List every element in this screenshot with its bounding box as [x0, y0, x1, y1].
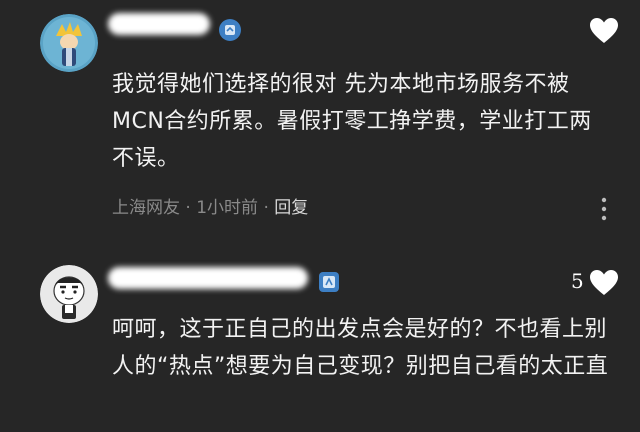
comment-time: 1小时前 [196, 198, 259, 218]
comment-location: 上海网友 [112, 198, 180, 218]
more-vertical-icon[interactable] [600, 197, 608, 221]
heart-icon[interactable] [590, 18, 618, 44]
meta-separator: · [258, 198, 275, 218]
heart-icon[interactable] [590, 270, 618, 296]
comment-text: 我觉得她们选择的很对 先为本地市场服务不被MCN合约所累。暑假打零工挣学费，学业… [112, 72, 592, 171]
like-count: 5 [571, 269, 584, 293]
level-badge-icon [219, 19, 241, 41]
reply-button[interactable]: 回复 [274, 198, 308, 218]
comment-text: 呵呵，这于正自己的出发点会是好的？不也看上别人的“热点”想要为自己变现？别把自己… [112, 317, 609, 379]
meta-separator: · [180, 198, 197, 218]
username-obscured[interactable] [108, 13, 210, 35]
comment-meta: 上海网友 · 1小时前 · 回复 [112, 193, 308, 218]
level-badge-icon [318, 271, 340, 293]
comment-item: 5 呵呵，这于正自己的出发点会是好的？不也看上别人的“热点”想要为自己变现？别把… [0, 245, 640, 432]
username-obscured[interactable] [108, 267, 308, 289]
avatar[interactable] [40, 265, 98, 323]
comment-item: 我觉得她们选择的很对 先为本地市场服务不被MCN合约所累。暑假打零工挣学费，学业… [0, 0, 640, 245]
avatar[interactable] [40, 14, 98, 72]
